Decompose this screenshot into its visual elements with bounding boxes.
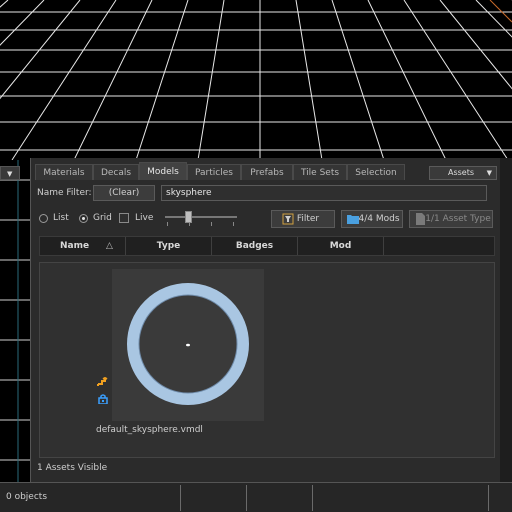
status-separator — [180, 485, 181, 511]
assets-dropdown[interactable]: Assets ▼ — [429, 166, 497, 180]
name-filter-input[interactable]: skysphere — [161, 185, 487, 201]
tab-materials[interactable]: Materials — [35, 164, 93, 180]
status-separator — [312, 485, 313, 511]
column-name-label: Name — [60, 241, 90, 251]
asset-browser-panel: Materials Decals Models Particles Prefab… — [30, 158, 500, 483]
left-dropdown[interactable]: ▼ — [0, 166, 20, 180]
assets-dropdown-label: Assets — [448, 168, 475, 177]
column-name[interactable]: Name △ — [40, 237, 126, 255]
live-checkbox[interactable] — [119, 213, 129, 223]
slider-tick — [167, 222, 168, 226]
skysphere-preview — [127, 283, 249, 405]
tab-models[interactable]: Models — [139, 162, 187, 180]
live-label: Live — [135, 213, 154, 223]
list-radio[interactable] — [39, 214, 48, 223]
slider-tick — [189, 222, 190, 226]
column-type[interactable]: Type — [126, 237, 212, 255]
tab-tile-sets[interactable]: Tile Sets — [293, 164, 347, 180]
chevron-down-icon: ▼ — [486, 169, 492, 177]
asset-type-button-label: 1/1 Asset Type — [425, 214, 491, 224]
filter-button-label: Filter — [296, 214, 320, 224]
chevron-down-icon: ▼ — [7, 170, 13, 178]
grid-radio[interactable] — [79, 214, 88, 223]
folder-icon — [347, 215, 359, 224]
column-mod[interactable]: Mod — [298, 237, 384, 255]
object-count: 0 objects — [6, 492, 48, 502]
mods-button-label: 4/4 Mods — [358, 214, 400, 224]
right-side-strip — [500, 158, 512, 483]
asset-type-button[interactable]: 1/1 Asset Type — [409, 210, 493, 228]
name-filter-label: Name Filter: — [37, 188, 92, 198]
status-bar: 0 objects — [0, 482, 512, 512]
asset-grid: default_skysphere.vmdl — [39, 262, 495, 458]
mods-button[interactable]: 4/4 Mods — [341, 210, 403, 228]
filter-button[interactable]: Filter — [271, 210, 335, 228]
column-badges[interactable]: Badges — [212, 237, 298, 255]
filter-icon — [282, 213, 294, 225]
asset-filename[interactable]: default_skysphere.vmdl — [96, 425, 203, 435]
clear-filter-button[interactable]: (Clear) — [93, 185, 155, 201]
tab-particles[interactable]: Particles — [187, 164, 241, 180]
slider-tick — [211, 222, 212, 226]
tab-decals[interactable]: Decals — [93, 164, 139, 180]
sort-ascending-icon: △ — [106, 241, 113, 251]
status-separator — [488, 485, 489, 511]
thumbnail-size-slider[interactable] — [165, 210, 237, 230]
left-side-panel — [0, 160, 30, 482]
tab-prefabs[interactable]: Prefabs — [241, 164, 293, 180]
column-header: Name △ Type Badges Mod — [39, 236, 495, 256]
grid-label: Grid — [93, 213, 112, 223]
link-icon — [97, 377, 108, 386]
viewport-grid[interactable] — [0, 0, 512, 160]
status-separator — [246, 485, 247, 511]
assets-visible-count: 1 Assets Visible — [37, 463, 108, 473]
lock-icon — [98, 394, 108, 404]
asset-thumbnail[interactable] — [112, 269, 264, 421]
list-label: List — [53, 213, 69, 223]
tab-selection[interactable]: Selection — [347, 164, 405, 180]
slider-track — [165, 216, 237, 218]
slider-tick — [233, 222, 234, 226]
document-icon — [416, 213, 425, 225]
